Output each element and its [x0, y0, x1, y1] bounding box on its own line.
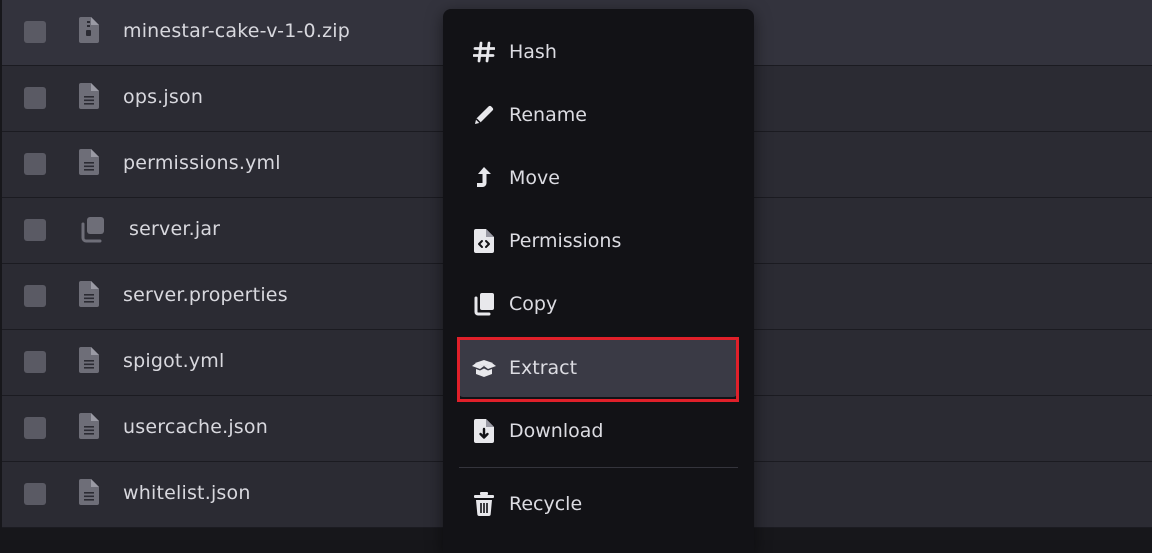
- file-text-icon: [79, 347, 99, 373]
- menu-item-move[interactable]: Move: [459, 149, 737, 207]
- menu-divider: [459, 467, 738, 468]
- menu-item-hash[interactable]: Hash: [459, 23, 737, 81]
- file-download-icon: [471, 418, 497, 444]
- zip-file-icon: [79, 17, 99, 43]
- menu-item-label: Rename: [509, 104, 587, 126]
- file-text-icon: [79, 149, 99, 175]
- move-arrow-icon: [471, 165, 497, 191]
- file-checkbox[interactable]: [24, 153, 46, 175]
- file-name[interactable]: server.properties: [123, 284, 288, 306]
- box-open-icon: [471, 355, 497, 381]
- menu-item-label: Download: [509, 420, 604, 442]
- trash-icon: [471, 491, 497, 517]
- stack-files-icon: [78, 216, 106, 244]
- menu-item-permissions[interactable]: Permissions: [459, 212, 737, 270]
- file-checkbox[interactable]: [24, 351, 46, 373]
- file-name[interactable]: spigot.yml: [123, 350, 224, 372]
- file-code-icon: [471, 228, 497, 254]
- file-name[interactable]: ops.json: [123, 86, 203, 108]
- file-checkbox[interactable]: [24, 219, 46, 241]
- file-name[interactable]: minestar-cake-v-1-0.zip: [123, 20, 350, 42]
- file-checkbox[interactable]: [24, 417, 46, 439]
- menu-item-download[interactable]: Download: [459, 402, 737, 460]
- file-checkbox[interactable]: [24, 285, 46, 307]
- file-name[interactable]: permissions.yml: [123, 152, 281, 174]
- pencil-icon: [471, 102, 497, 128]
- menu-item-label: Move: [509, 167, 560, 189]
- menu-item-label: Hash: [509, 41, 557, 63]
- file-checkbox[interactable]: [24, 21, 46, 43]
- menu-item-label: Recycle: [509, 493, 583, 515]
- hash-icon: [471, 39, 497, 65]
- file-name[interactable]: server.jar: [129, 218, 220, 240]
- file-name[interactable]: usercache.json: [123, 416, 268, 438]
- menu-item-copy[interactable]: Copy: [459, 275, 737, 333]
- file-text-icon: [79, 479, 99, 505]
- file-checkbox[interactable]: [24, 483, 46, 505]
- file-text-icon: [79, 413, 99, 439]
- menu-item-rename[interactable]: Rename: [459, 86, 737, 144]
- file-name[interactable]: whitelist.json: [123, 482, 251, 504]
- menu-item-recycle[interactable]: Recycle: [459, 475, 737, 533]
- context-menu: Hash Rename Move Permissions Copy Extrac…: [443, 9, 754, 553]
- menu-item-label: Copy: [509, 293, 558, 315]
- menu-item-label: Extract: [509, 357, 578, 379]
- file-text-icon: [79, 83, 99, 109]
- menu-item-extract[interactable]: Extract: [459, 339, 737, 397]
- copy-icon: [471, 291, 497, 317]
- menu-item-label: Permissions: [509, 230, 622, 252]
- file-text-icon: [79, 281, 99, 307]
- file-checkbox[interactable]: [24, 87, 46, 109]
